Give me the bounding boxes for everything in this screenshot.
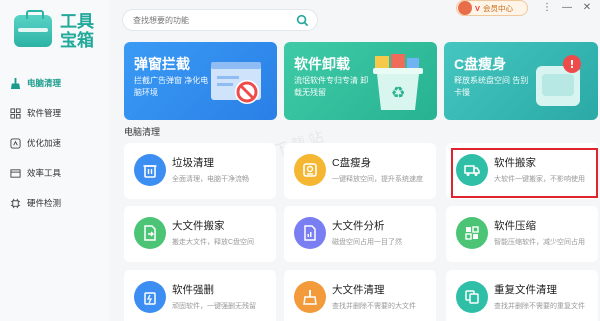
broom-icon — [10, 77, 21, 89]
banner-desc: 释放系统盘空间 告别卡慢 — [454, 76, 529, 97]
apps-icon — [10, 107, 21, 119]
tool-desc: 查找并删除不需要的重复文件 — [494, 303, 585, 310]
sidebar-item-label: 电脑清理 — [27, 78, 62, 88]
tool-name: 重复文件清理 — [494, 284, 557, 296]
broom-icon — [294, 281, 326, 313]
compress-icon — [456, 217, 488, 249]
svg-text:♻: ♻ — [391, 83, 405, 102]
toolbox-icon — [14, 10, 52, 47]
tool-card-large-file-move[interactable]: 大文件搬家 搬走大文件，释放C盘空间 — [124, 206, 276, 262]
logo-text-line1: 工具 — [60, 12, 94, 31]
search-input[interactable] — [133, 15, 293, 25]
tool-desc: 搬走大文件，释放C盘空间 — [172, 239, 255, 246]
search-bar — [122, 9, 318, 31]
sidebar-item-software-manage[interactable]: 软件管理 — [0, 98, 110, 128]
sidebar-item-label: 优化加速 — [27, 138, 62, 148]
section-title: 电脑清理 — [124, 127, 161, 137]
tool-card-junk-clean[interactable]: 垃圾清理 全面清理，电脑干净流畅 — [124, 143, 276, 199]
tool-desc: 大软件一键搬家，不影响使用 — [494, 176, 585, 183]
trash-icon — [134, 154, 166, 186]
tool-desc: 全面清理，电脑干净流畅 — [172, 176, 249, 183]
speed-icon — [10, 137, 21, 149]
delete-icon — [134, 281, 166, 313]
popup-block-icon — [211, 62, 261, 104]
tool-name: C盘瘦身 — [332, 157, 372, 169]
sidebar: 工具 宝箱 电脑清理 软件管理 优化加速 效率工具 硬件检测 — [0, 0, 110, 321]
tool-name: 软件强删 — [172, 284, 214, 296]
member-center-label: 会员中心 — [483, 3, 514, 13]
tool-card-large-file-analysis[interactable]: 大文件分析 磁盘空间占用一目了然 — [284, 206, 436, 262]
tool-card-software-compress[interactable]: 软件压缩 智能压缩软件，减少空间占用 — [446, 206, 598, 262]
svg-text:!: ! — [569, 58, 574, 71]
banner-desc: 流氓软件专归专清 卸载无残留 — [294, 76, 369, 97]
avatar — [458, 1, 472, 15]
app-logo: 工具 宝箱 — [14, 10, 94, 50]
vip-badge: V — [475, 3, 481, 13]
banner-title: 弹窗拦截 — [134, 56, 190, 72]
sidebar-item-computer-clean[interactable]: 电脑清理 — [0, 68, 110, 98]
window-icon — [10, 168, 21, 179]
sidebar-item-hardware[interactable]: 硬件检测 — [0, 188, 110, 218]
tool-card-large-file-clean[interactable]: 大文件清理 查找并删除不需要的大文件 — [284, 270, 436, 321]
menu-button[interactable]: ⋮ — [540, 0, 554, 14]
file-move-icon — [134, 217, 166, 249]
tool-card-software-move[interactable]: 软件搬家 大软件一键搬家，不影响使用 — [446, 143, 598, 199]
search-icon[interactable] — [296, 14, 309, 27]
sidebar-item-label: 硬件检测 — [27, 198, 62, 208]
tool-desc: 一键释放空间，提升系统速度 — [332, 176, 423, 183]
banner-desc: 拦截广告弹窗 净化电脑环境 — [134, 76, 209, 97]
truck-icon — [456, 154, 488, 186]
close-button[interactable]: ✕ — [580, 0, 594, 14]
duplicate-icon — [456, 281, 488, 313]
sidebar-nav: 电脑清理 软件管理 优化加速 效率工具 硬件检测 — [0, 68, 110, 218]
tool-name: 大文件清理 — [332, 284, 385, 296]
tool-name: 大文件搬家 — [172, 220, 225, 232]
tool-name: 垃圾清理 — [172, 157, 214, 169]
member-center-button[interactable]: V 会员中心 — [456, 0, 528, 16]
tool-name: 软件压缩 — [494, 220, 536, 232]
recycle-bin-icon: ♻ — [373, 54, 423, 110]
tool-card-force-delete[interactable]: 软件强删 顽固软件，一键强删无残留 — [124, 270, 276, 321]
sidebar-item-label: 效率工具 — [27, 168, 62, 178]
banner-title: 软件卸载 — [294, 56, 350, 72]
tool-card-duplicate-file-clean[interactable]: 重复文件清理 查找并删除不需要的重复文件 — [446, 270, 598, 321]
sidebar-item-efficiency[interactable]: 效率工具 — [0, 158, 110, 188]
banner-software-uninstall[interactable]: 软件卸载 流氓软件专归专清 卸载无残留 ♻ — [284, 42, 437, 120]
disk-icon — [294, 154, 326, 186]
tool-desc: 磁盘空间占用一目了然 — [332, 239, 402, 246]
hard-drive-icon: ! — [536, 55, 581, 106]
tool-desc: 顽固软件，一键强删无残留 — [172, 303, 256, 310]
tool-name: 大文件分析 — [332, 220, 385, 232]
banner-title: C盘瘦身 — [454, 56, 507, 72]
file-chart-icon — [294, 217, 326, 249]
logo-text-line2: 宝箱 — [60, 31, 94, 50]
tool-name: 软件搬家 — [494, 157, 536, 169]
tool-card-c-drive-slim[interactable]: C盘瘦身 一键释放空间，提升系统速度 — [284, 143, 436, 199]
sidebar-item-label: 软件管理 — [27, 108, 62, 118]
sidebar-item-optimize[interactable]: 优化加速 — [0, 128, 110, 158]
tool-desc: 查找并删除不需要的大文件 — [332, 303, 416, 310]
banner-popup-block[interactable]: 弹窗拦截 拦截广告弹窗 净化电脑环境 — [124, 42, 277, 120]
banner-c-drive-slim[interactable]: C盘瘦身 释放系统盘空间 告别卡慢 ! — [444, 42, 598, 120]
minimize-button[interactable]: — — [560, 0, 574, 14]
chip-icon — [10, 198, 21, 209]
tool-desc: 智能压缩软件，减少空间占用 — [494, 239, 585, 246]
